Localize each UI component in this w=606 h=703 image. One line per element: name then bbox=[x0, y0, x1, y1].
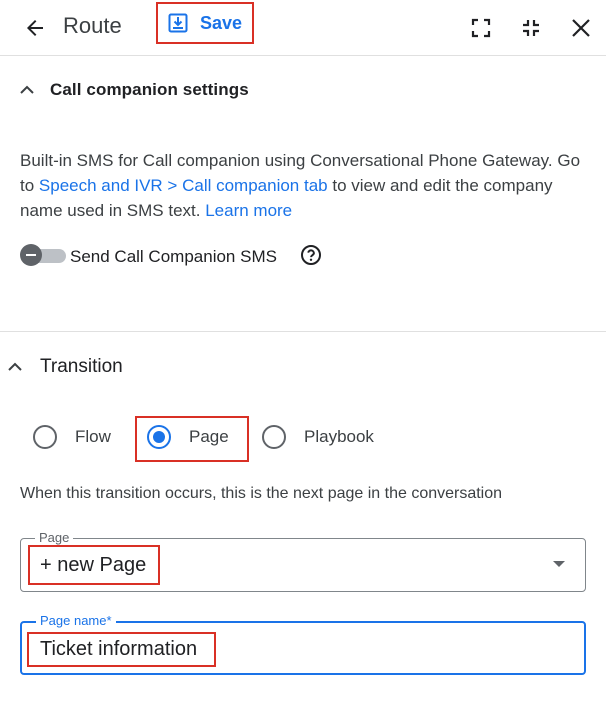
transition-heading: Transition bbox=[40, 356, 123, 377]
fullscreen-icon bbox=[471, 18, 491, 38]
send-sms-toggle[interactable] bbox=[20, 244, 66, 266]
back-button[interactable] bbox=[20, 13, 50, 43]
chevron-up-icon bbox=[20, 85, 34, 94]
radio-page-label: Page bbox=[189, 427, 229, 446]
learn-more-link[interactable]: Learn more bbox=[205, 201, 292, 220]
exit-fullscreen-button[interactable] bbox=[516, 13, 546, 43]
call-companion-heading: Call companion settings bbox=[50, 80, 249, 99]
save-button[interactable]: Save bbox=[156, 2, 254, 44]
fullscreen-button[interactable] bbox=[466, 13, 496, 43]
radio-flow[interactable]: Flow bbox=[33, 425, 111, 449]
dropdown-arrow-icon[interactable] bbox=[553, 561, 565, 567]
radio-playbook-circle bbox=[262, 425, 286, 449]
radio-playbook[interactable]: Playbook bbox=[262, 425, 374, 449]
radio-page[interactable]: Page bbox=[147, 425, 229, 449]
call-companion-section-toggle[interactable]: Call companion settings bbox=[20, 80, 249, 100]
transition-hint: When this transition occurs, this is the… bbox=[20, 485, 503, 502]
save-label: Save bbox=[200, 12, 243, 33]
send-sms-label: Send Call Companion SMS bbox=[70, 247, 277, 266]
panel-header: Route Save bbox=[0, 0, 606, 56]
radio-playbook-label: Playbook bbox=[304, 427, 374, 446]
close-button[interactable] bbox=[566, 13, 596, 43]
radio-flow-label: Flow bbox=[75, 427, 111, 446]
chevron-up-icon bbox=[8, 362, 22, 371]
page-name-input[interactable] bbox=[40, 636, 560, 662]
close-icon bbox=[572, 19, 590, 37]
panel-title: Route bbox=[63, 13, 122, 38]
page-select-label: Page bbox=[35, 530, 74, 546]
arrow-back-icon bbox=[27, 20, 43, 36]
radio-flow-circle bbox=[33, 425, 57, 449]
page-name-label: Page name* bbox=[36, 613, 116, 629]
call-companion-tab-link[interactable]: Speech and IVR > Call companion tab bbox=[39, 176, 328, 195]
page-select-value: + new Page bbox=[40, 554, 147, 576]
radio-page-circle bbox=[147, 425, 171, 449]
transition-section-toggle[interactable]: Transition bbox=[8, 356, 123, 378]
save-icon bbox=[168, 13, 188, 33]
toggle-thumb bbox=[20, 244, 42, 266]
call-companion-description: Built-in SMS for Call companion using Co… bbox=[20, 148, 590, 223]
fullscreen-exit-icon bbox=[523, 20, 539, 36]
help-icon[interactable] bbox=[300, 244, 322, 266]
